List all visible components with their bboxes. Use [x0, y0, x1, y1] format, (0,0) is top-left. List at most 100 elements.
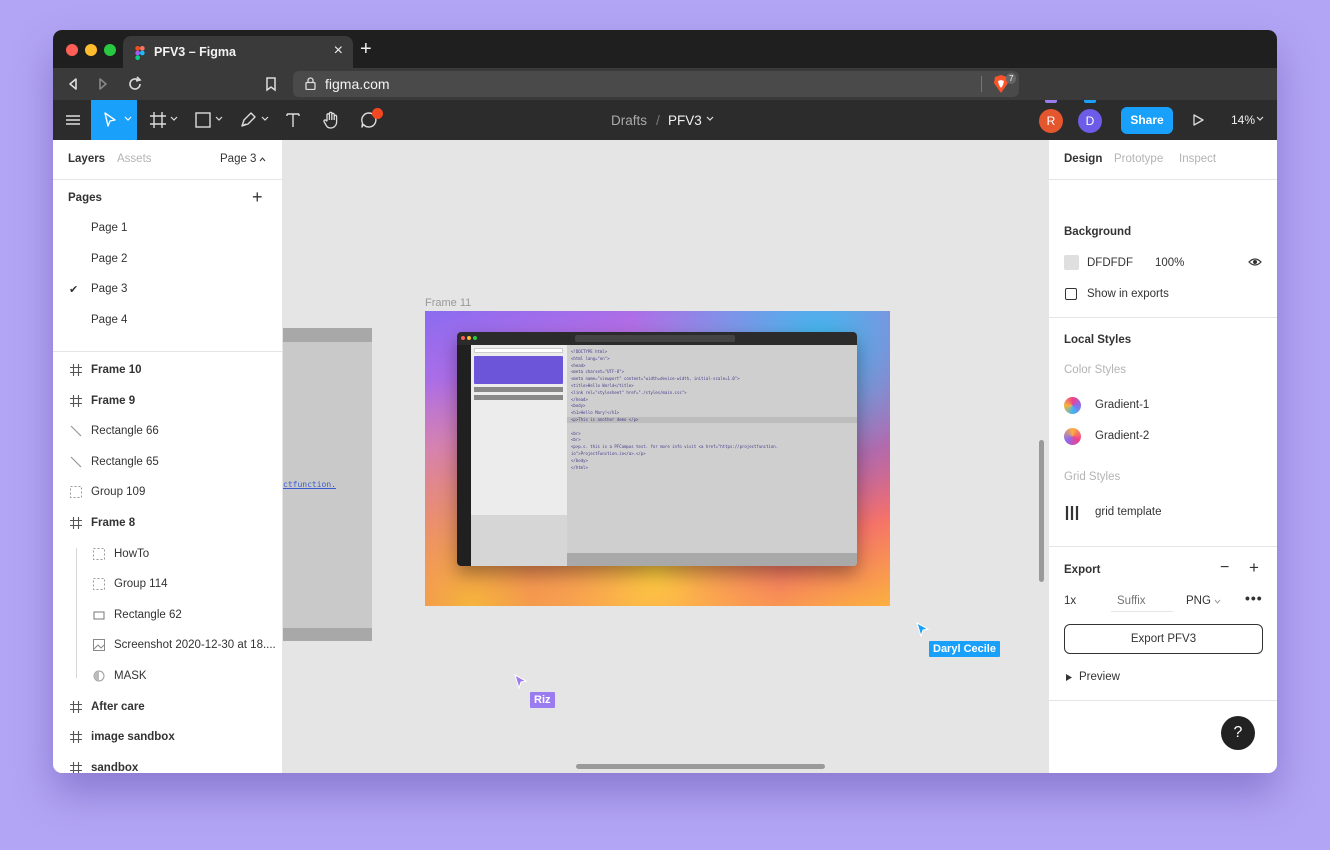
background-opacity-value[interactable]: 100% [1155, 257, 1184, 269]
move-tool-button[interactable] [91, 100, 137, 140]
layer-row[interactable]: Group 114 [53, 570, 282, 600]
help-button[interactable]: ? [1221, 716, 1255, 750]
chevron-down-icon[interactable] [1256, 116, 1264, 122]
chevron-down-icon[interactable] [215, 116, 223, 122]
export-button[interactable]: Export PFV3 [1064, 624, 1263, 654]
layer-row[interactable]: Frame 10 [53, 356, 282, 386]
layers-panel: Layers Assets Page 3 Pages + Page 1 Page … [53, 140, 283, 773]
avatar[interactable]: R [1039, 109, 1063, 133]
chevron-down-icon[interactable] [170, 116, 178, 122]
show-in-exports-label: Show in exports [1087, 288, 1169, 300]
layer-label: MASK [114, 670, 147, 682]
tab-layers[interactable]: Layers [68, 153, 105, 165]
figma-toolbar: Drafts / PFV3 R D Share 14% [53, 100, 1277, 140]
add-page-icon[interactable]: + [252, 188, 263, 206]
export-suffix-input[interactable] [1111, 590, 1173, 612]
tab-inspect[interactable]: Inspect [1179, 153, 1216, 165]
preview-toggle[interactable]: Preview [1079, 671, 1120, 683]
remove-export-icon[interactable]: − [1220, 559, 1229, 577]
file-name[interactable]: PFV3 [668, 113, 702, 128]
breadcrumb-drafts[interactable]: Drafts [611, 113, 647, 128]
code-line: <meta charset="UTF-8"> [571, 369, 624, 375]
chevron-down-icon[interactable] [1214, 599, 1221, 604]
layer-label: After care [91, 700, 145, 713]
screenshot-panel [471, 345, 567, 566]
layer-row[interactable]: Frame 8 [53, 509, 282, 539]
close-tab-icon[interactable]: × [334, 43, 343, 59]
code-line: <h1>Hello Mary!</h1> [571, 410, 620, 416]
layer-row[interactable]: Rectangle 66 [53, 417, 282, 447]
export-scale[interactable]: 1x [1064, 595, 1076, 607]
divider [53, 351, 282, 352]
hand-tool-icon[interactable] [321, 110, 341, 130]
page-item[interactable]: Page 4 [91, 314, 127, 326]
frame-icon [69, 700, 83, 714]
window-maximize-button[interactable] [104, 44, 116, 56]
chevron-down-icon[interactable] [261, 116, 269, 122]
layer-row[interactable]: Rectangle 62 [53, 601, 282, 631]
canvas[interactable]: ctfunction. Frame 11 <!DOCTYPE html> <ht… [283, 140, 1048, 773]
avatar[interactable]: D [1078, 109, 1102, 133]
share-button[interactable]: Share [1121, 107, 1173, 134]
background-hex-value[interactable]: DFDFDF [1087, 257, 1133, 269]
show-in-exports-checkbox[interactable] [1065, 288, 1077, 300]
present-play-icon[interactable] [1191, 113, 1205, 127]
main-menu-icon[interactable] [63, 110, 83, 130]
browser-tab[interactable]: PFV3 – Figma × [123, 36, 353, 68]
gradient-swatch-icon[interactable] [1064, 397, 1081, 414]
more-options-icon[interactable]: ••• [1245, 590, 1263, 606]
color-style-gradient-1[interactable]: Gradient-1 [1095, 399, 1149, 411]
layer-row[interactable]: Frame 9 [53, 387, 282, 417]
export-format-select[interactable]: PNG [1186, 595, 1211, 607]
page-item[interactable]: Page 2 [91, 253, 127, 265]
caret-right-icon[interactable] [1066, 674, 1072, 681]
chevron-up-icon[interactable] [259, 157, 266, 162]
frame-label[interactable]: Frame 11 [425, 297, 471, 309]
layer-row[interactable]: Rectangle 65 [53, 448, 282, 478]
page-item[interactable]: Page 3 [91, 283, 127, 295]
frame-11[interactable]: <!DOCTYPE html> <html lang="en"> <head> <m… [425, 311, 890, 606]
new-tab-icon[interactable]: + [360, 39, 372, 59]
background-heading: Background [1064, 226, 1132, 238]
layer-row[interactable]: Group 109 [53, 478, 282, 508]
chevron-down-icon[interactable] [706, 116, 714, 122]
background-color-swatch[interactable] [1064, 255, 1079, 270]
text-tool-icon[interactable] [283, 110, 303, 130]
page-selector[interactable]: Page 3 [220, 153, 256, 165]
grid-style-template[interactable]: grid template [1095, 506, 1161, 518]
tab-design[interactable]: Design [1064, 153, 1102, 165]
add-export-icon[interactable]: + [1249, 558, 1259, 578]
reload-icon[interactable] [127, 76, 143, 92]
tab-prototype[interactable]: Prototype [1114, 153, 1163, 165]
screenshot-sidebar [457, 345, 471, 566]
code-line: </html> [571, 464, 588, 470]
page-item[interactable]: Page 1 [91, 222, 127, 234]
layer-row[interactable]: HowTo [53, 540, 282, 570]
bookmark-icon[interactable] [263, 76, 279, 92]
eye-icon[interactable] [1248, 257, 1262, 267]
color-style-gradient-2[interactable]: Gradient-2 [1095, 430, 1149, 442]
offscreen-frame[interactable]: ctfunction. [283, 328, 372, 641]
forward-icon[interactable] [95, 76, 111, 92]
brave-blocked-count: 7 [1006, 73, 1017, 84]
rectangle-tool-icon[interactable] [193, 110, 213, 130]
frame-tool-icon[interactable] [148, 110, 168, 130]
layer-row[interactable]: image sandbox [53, 723, 282, 753]
screenshot-image[interactable]: <!DOCTYPE html> <html lang="en"> <head> <m… [457, 332, 857, 566]
back-icon[interactable] [65, 76, 81, 92]
zoom-level[interactable]: 14% [1231, 113, 1255, 127]
layer-row[interactable]: After care [53, 693, 282, 723]
layer-row[interactable]: MASK [53, 662, 282, 692]
group-icon [69, 485, 83, 499]
window-minimize-button[interactable] [85, 44, 97, 56]
url-field[interactable]: figma.com 7 [293, 71, 1019, 97]
tab-assets[interactable]: Assets [117, 153, 152, 165]
window-close-button[interactable] [66, 44, 78, 56]
gradient-swatch-icon[interactable] [1064, 428, 1081, 445]
horizontal-scrollbar[interactable] [576, 764, 825, 769]
grid-styles-label: Grid Styles [1064, 471, 1121, 483]
layer-row[interactable]: Screenshot 2020-12-30 at 18.... [53, 631, 282, 661]
pen-tool-icon[interactable] [238, 110, 258, 130]
layer-row[interactable]: sandbox [53, 754, 282, 773]
vertical-scrollbar[interactable] [1039, 440, 1044, 582]
